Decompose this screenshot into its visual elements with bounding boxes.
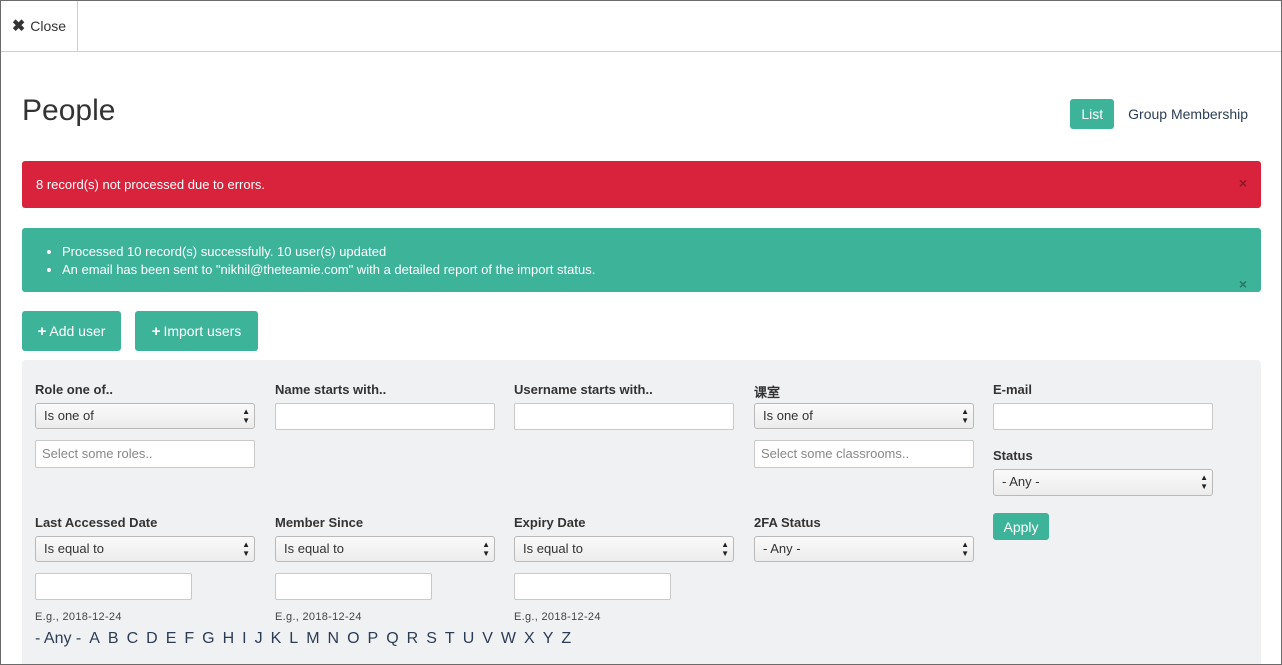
select-arrows-icon: ▲ ▼	[721, 540, 729, 558]
twofa-status-select[interactable]: - Any - ▲ ▼	[754, 536, 974, 562]
top-bar: ✖ Close	[1, 1, 1281, 52]
success-alert-item: Processed 10 record(s) successfully. 10 …	[62, 243, 1247, 261]
last-accessed-operator-value: Is equal to	[44, 541, 104, 556]
username-filter-label: Username starts with..	[514, 382, 653, 397]
apply-button[interactable]: Apply	[993, 513, 1049, 540]
list-view-button[interactable]: List	[1070, 99, 1115, 129]
last-accessed-date-input[interactable]	[35, 573, 192, 600]
alphabet-letter-link[interactable]: T	[445, 630, 455, 648]
page-title: People	[22, 94, 116, 127]
alphabet-filter: - Any - ABCDEFGHIJKLMNOPQRSTUVWXYZ	[35, 630, 579, 648]
member-since-hint: E.g., 2018-12-24	[275, 611, 362, 623]
error-alert-text: 8 record(s) not processed due to errors.	[36, 177, 266, 192]
alphabet-letter-link[interactable]: A	[89, 630, 100, 648]
view-toggle: List Group Membership	[1070, 99, 1248, 129]
alphabet-letter-link[interactable]: S	[426, 630, 437, 648]
success-alert-item: An email has been sent to "nikhil@thetea…	[62, 261, 1247, 279]
role-filter-label: Role one of..	[35, 382, 113, 397]
last-accessed-hint: E.g., 2018-12-24	[35, 611, 122, 623]
select-arrows-icon: ▲ ▼	[242, 540, 250, 558]
email-input[interactable]	[993, 403, 1213, 430]
status-select[interactable]: - Any - ▲ ▼	[993, 469, 1213, 496]
roles-multiselect-input[interactable]: Select some roles..	[35, 440, 255, 468]
alphabet-letter-link[interactable]: Z	[561, 630, 571, 648]
alphabet-letter-link[interactable]: R	[407, 630, 419, 648]
member-since-operator-select[interactable]: Is equal to ▲ ▼	[275, 536, 495, 562]
add-user-label: Add user	[49, 323, 106, 339]
name-input[interactable]	[275, 403, 495, 430]
role-operator-value: Is one of	[44, 408, 94, 423]
alphabet-letter-link[interactable]: X	[524, 630, 535, 648]
email-filter-label: E-mail	[993, 382, 1033, 397]
group-membership-link[interactable]: Group Membership	[1128, 106, 1248, 122]
import-users-button[interactable]: + Import users	[135, 311, 258, 351]
error-alert-close-icon[interactable]: ×	[1239, 175, 1247, 191]
filter-panel: Role one of.. Is one of ▲ ▼ Select some r…	[22, 360, 1261, 664]
expiry-date-input[interactable]	[514, 573, 671, 600]
alphabet-any-link[interactable]: - Any -	[35, 630, 81, 648]
alphabet-letter-link[interactable]: V	[482, 630, 493, 648]
role-operator-select[interactable]: Is one of ▲ ▼	[35, 403, 255, 429]
expiry-operator-select[interactable]: Is equal to ▲ ▼	[514, 536, 734, 562]
username-input[interactable]	[514, 403, 734, 430]
success-alert-list: Processed 10 record(s) successfully. 10 …	[62, 243, 1247, 279]
expiry-hint: E.g., 2018-12-24	[514, 611, 601, 623]
close-icon: ✖	[11, 18, 26, 35]
select-arrows-icon: ▲ ▼	[1200, 473, 1208, 491]
select-arrows-icon: ▲ ▼	[961, 407, 969, 425]
alphabet-letter-link[interactable]: M	[306, 630, 319, 648]
plus-icon: +	[37, 322, 47, 340]
success-alert: Processed 10 record(s) successfully. 10 …	[22, 228, 1261, 292]
alphabet-letter-link[interactable]: I	[242, 630, 246, 648]
alphabet-letter-link[interactable]: Y	[543, 630, 554, 648]
alphabet-letter-link[interactable]: U	[463, 630, 475, 648]
expiry-operator-value: Is equal to	[523, 541, 583, 556]
import-users-label: Import users	[163, 323, 242, 339]
alphabet-letter-link[interactable]: H	[223, 630, 235, 648]
close-label: Close	[30, 18, 67, 34]
error-alert: 8 record(s) not processed due to errors.…	[22, 161, 1261, 208]
classrooms-multiselect-input[interactable]: Select some classrooms..	[754, 440, 974, 468]
member-since-label: Member Since	[275, 515, 364, 530]
select-arrows-icon: ▲ ▼	[242, 407, 250, 425]
add-user-button[interactable]: + Add user	[22, 311, 121, 351]
classroom-operator-value: Is one of	[763, 408, 813, 423]
app-window: ✖ Close People List Group Membership 8 r…	[0, 0, 1282, 665]
last-accessed-label: Last Accessed Date	[35, 515, 158, 530]
alphabet-letter-link[interactable]: Q	[386, 630, 398, 648]
classroom-filter-label: 课室	[754, 385, 781, 400]
select-arrows-icon: ▲ ▼	[961, 540, 969, 558]
alphabet-letter-link[interactable]: O	[347, 630, 359, 648]
twofa-status-value: - Any -	[763, 541, 801, 556]
expiry-date-label: Expiry Date	[514, 515, 586, 530]
alphabet-letter-link[interactable]: E	[166, 630, 177, 648]
alphabet-letter-link[interactable]: D	[146, 630, 158, 648]
alphabet-letter-link[interactable]: W	[501, 630, 516, 648]
alphabet-letter-link[interactable]: G	[202, 630, 214, 648]
last-accessed-operator-select[interactable]: Is equal to ▲ ▼	[35, 536, 255, 562]
status-filter-label: Status	[993, 448, 1033, 463]
member-since-operator-value: Is equal to	[284, 541, 344, 556]
name-filter-label: Name starts with..	[275, 382, 387, 397]
status-select-value: - Any -	[1002, 474, 1040, 489]
alphabet-letter-link[interactable]: N	[328, 630, 340, 648]
member-since-date-input[interactable]	[275, 573, 432, 600]
close-button[interactable]: ✖ Close	[1, 1, 78, 51]
plus-icon: +	[151, 322, 161, 340]
select-arrows-icon: ▲ ▼	[482, 540, 490, 558]
alphabet-letter-link[interactable]: B	[108, 630, 119, 648]
alphabet-letter-link[interactable]: K	[271, 630, 282, 648]
success-alert-close-icon[interactable]: ×	[1239, 276, 1247, 292]
twofa-status-label: 2FA Status	[754, 515, 821, 530]
classroom-operator-select[interactable]: Is one of ▲ ▼	[754, 403, 974, 429]
alphabet-letter-link[interactable]: L	[289, 630, 298, 648]
alphabet-letter-link[interactable]: J	[255, 630, 263, 648]
alphabet-letter-link[interactable]: F	[184, 630, 194, 648]
alphabet-letter-link[interactable]: P	[368, 630, 379, 648]
alphabet-letter-link[interactable]: C	[127, 630, 139, 648]
